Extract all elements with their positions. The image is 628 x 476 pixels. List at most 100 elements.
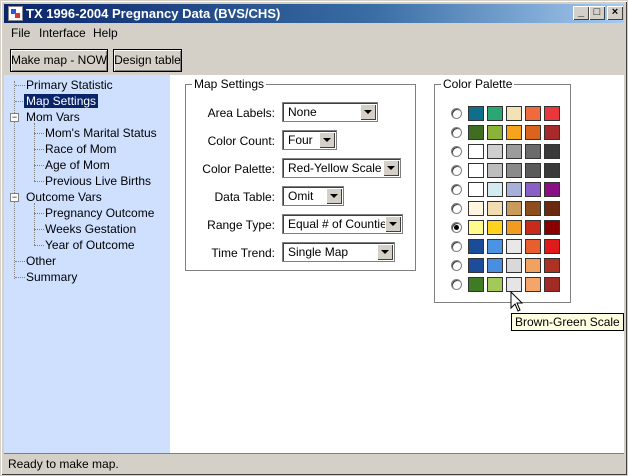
palette-swatch[interactable]: [468, 144, 484, 159]
data-table-select[interactable]: Omit: [282, 186, 344, 206]
palette-swatch[interactable]: [525, 106, 541, 121]
map-settings-title: Map Settings: [192, 77, 267, 91]
palette-swatch[interactable]: [468, 258, 484, 273]
palette-swatch[interactable]: [544, 277, 560, 292]
palette-swatch[interactable]: [487, 106, 503, 121]
chevron-down-icon[interactable]: [326, 188, 342, 204]
palette-swatch[interactable]: [544, 258, 560, 273]
palette-radio-3[interactable]: [451, 165, 462, 176]
palette-radio-2[interactable]: [451, 146, 462, 157]
make-map-button[interactable]: Make map - NOW: [10, 49, 108, 72]
tree-item-map-settings[interactable]: Map Settings: [24, 94, 99, 108]
palette-swatch[interactable]: [487, 277, 503, 292]
color-palette-title: Color Palette: [441, 77, 515, 91]
palette-swatch[interactable]: [506, 277, 522, 292]
palette-swatch[interactable]: [468, 125, 484, 140]
maximize-button[interactable]: □: [589, 6, 605, 20]
palette-swatch[interactable]: [506, 144, 522, 159]
chevron-down-icon[interactable]: [319, 132, 335, 148]
chevron-down-icon[interactable]: [383, 160, 399, 176]
color-count-select[interactable]: Four: [282, 130, 337, 150]
tree-item-primary-statistic[interactable]: Primary Statistic: [26, 78, 113, 92]
color-palette-select[interactable]: Red-Yellow Scale: [282, 158, 401, 178]
tree-item-mom-vars[interactable]: Mom Vars: [26, 110, 80, 124]
data-table-value: Omit: [288, 189, 314, 203]
palette-swatch[interactable]: [544, 144, 560, 159]
tree-item-summary[interactable]: Summary: [26, 270, 77, 284]
palette-swatch[interactable]: [544, 239, 560, 254]
palette-swatch[interactable]: [544, 220, 560, 235]
menu-file[interactable]: File: [11, 26, 30, 40]
palette-swatch[interactable]: [468, 182, 484, 197]
palette-swatch[interactable]: [525, 201, 541, 216]
palette-swatch[interactable]: [506, 220, 522, 235]
palette-swatch[interactable]: [544, 163, 560, 178]
title-bar[interactable]: TX 1996-2004 Pregnancy Data (BVS/CHS) _ …: [4, 4, 624, 23]
chevron-down-icon[interactable]: [377, 244, 393, 260]
menu-interface[interactable]: Interface: [39, 26, 86, 40]
palette-swatch[interactable]: [487, 163, 503, 178]
palette-swatch[interactable]: [544, 106, 560, 121]
palette-swatch[interactable]: [544, 125, 560, 140]
palette-swatch[interactable]: [506, 258, 522, 273]
palette-radio-1[interactable]: [451, 127, 462, 138]
palette-swatch[interactable]: [506, 125, 522, 140]
tree-item-race-of-mom[interactable]: Race of Mom: [45, 142, 116, 156]
palette-swatch[interactable]: [525, 258, 541, 273]
palette-swatch[interactable]: [468, 163, 484, 178]
palette-swatch[interactable]: [525, 182, 541, 197]
area-labels-select[interactable]: None: [282, 102, 378, 122]
palette-swatch[interactable]: [506, 163, 522, 178]
tree-item-age-of-mom[interactable]: Age of Mom: [45, 158, 110, 172]
palette-swatch[interactable]: [506, 182, 522, 197]
close-button[interactable]: ×: [607, 6, 623, 20]
palette-swatch[interactable]: [525, 277, 541, 292]
design-table-button[interactable]: Design table: [113, 49, 182, 72]
palette-swatch[interactable]: [525, 239, 541, 254]
tree-connector: [15, 277, 25, 278]
palette-swatch[interactable]: [487, 201, 503, 216]
menu-help[interactable]: Help: [93, 26, 118, 40]
tree-item-outcome-vars[interactable]: Outcome Vars: [26, 190, 102, 204]
range-type-select[interactable]: Equal # of Counties: [282, 214, 403, 234]
tree-item-pregnancy-outcome[interactable]: Pregnancy Outcome: [45, 206, 154, 220]
collapse-outcome-vars-icon[interactable]: −: [10, 193, 19, 202]
palette-swatch[interactable]: [468, 201, 484, 216]
tree-item-moms-marital-status[interactable]: Mom's Marital Status: [45, 126, 157, 140]
palette-swatch[interactable]: [544, 182, 560, 197]
palette-radio-7[interactable]: [451, 241, 462, 252]
tree-item-weeks-gestation[interactable]: Weeks Gestation: [45, 222, 136, 236]
palette-swatch[interactable]: [525, 163, 541, 178]
palette-swatch[interactable]: [487, 220, 503, 235]
palette-radio-9[interactable]: [451, 279, 462, 290]
palette-radio-4[interactable]: [451, 184, 462, 195]
tree-item-year-of-outcome[interactable]: Year of Outcome: [45, 238, 135, 252]
palette-swatch[interactable]: [468, 277, 484, 292]
palette-swatch[interactable]: [468, 106, 484, 121]
palette-swatch[interactable]: [487, 239, 503, 254]
palette-swatch[interactable]: [525, 125, 541, 140]
palette-radio-6[interactable]: [451, 222, 462, 233]
palette-radio-0[interactable]: [451, 108, 462, 119]
palette-swatch[interactable]: [506, 239, 522, 254]
palette-swatch[interactable]: [544, 201, 560, 216]
palette-swatch[interactable]: [487, 144, 503, 159]
palette-swatch[interactable]: [506, 201, 522, 216]
tree-item-other[interactable]: Other: [26, 254, 56, 268]
palette-radio-5[interactable]: [451, 203, 462, 214]
palette-swatch[interactable]: [468, 220, 484, 235]
tree-item-previous-live-births[interactable]: Previous Live Births: [45, 174, 151, 188]
collapse-mom-vars-icon[interactable]: −: [10, 113, 19, 122]
palette-swatch[interactable]: [468, 239, 484, 254]
palette-swatch[interactable]: [487, 182, 503, 197]
minimize-button[interactable]: _: [573, 6, 589, 20]
palette-swatch[interactable]: [525, 144, 541, 159]
palette-swatch[interactable]: [487, 125, 503, 140]
palette-swatch[interactable]: [525, 220, 541, 235]
palette-swatch[interactable]: [487, 258, 503, 273]
chevron-down-icon[interactable]: [385, 216, 401, 232]
chevron-down-icon[interactable]: [360, 104, 376, 120]
palette-radio-8[interactable]: [451, 260, 462, 271]
palette-swatch[interactable]: [506, 106, 522, 121]
time-trend-select[interactable]: Single Map: [282, 242, 395, 262]
